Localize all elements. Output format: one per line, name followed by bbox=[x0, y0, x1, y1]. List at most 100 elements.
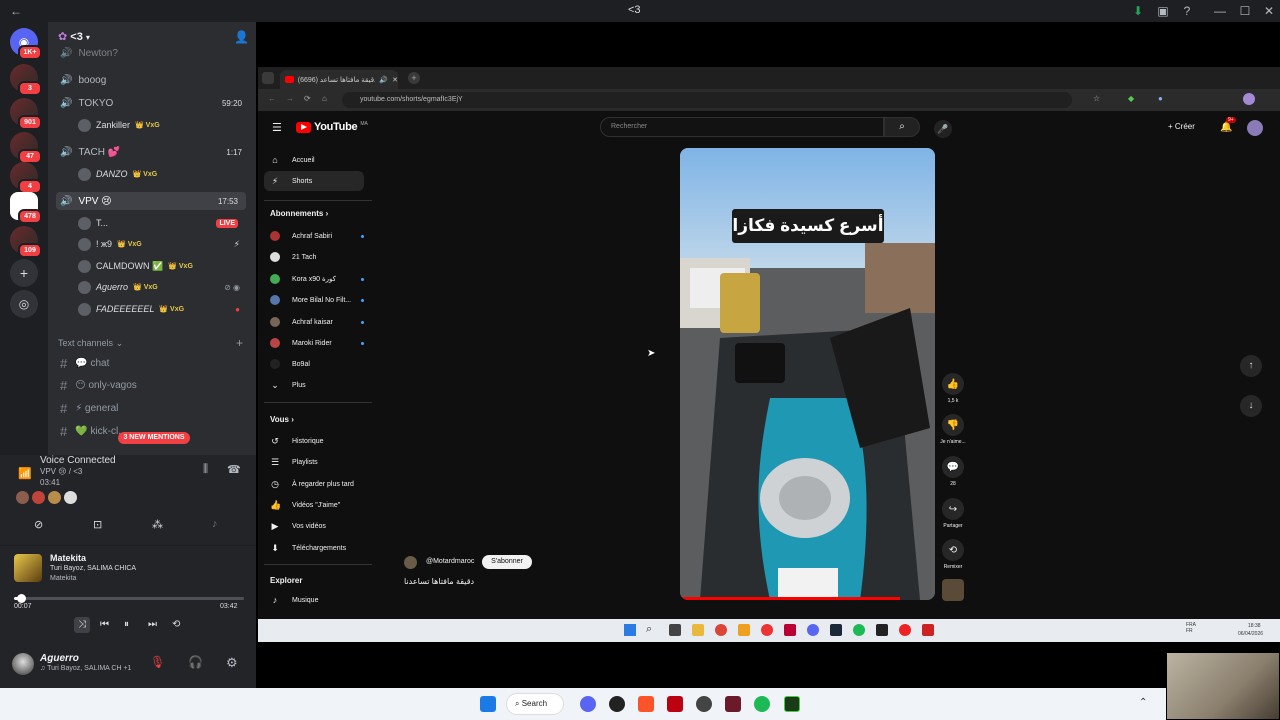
channel-avatar[interactable] bbox=[404, 556, 417, 569]
guide-item-shorts[interactable]: ⚡ Shorts bbox=[264, 171, 364, 191]
guide-item-playlists[interactable]: ☰ Playlists bbox=[270, 452, 370, 472]
down-arrow-icon[interactable]: ↓ bbox=[1240, 395, 1262, 417]
voice-user[interactable]: FADEEEEEEL 👑 VxG ● bbox=[78, 300, 248, 318]
server-icon-selected[interactable]: 478 bbox=[10, 192, 42, 224]
repeat-icon[interactable]: ⟲ bbox=[172, 619, 180, 630]
tab-close-icon[interactable]: ✕ bbox=[392, 76, 398, 84]
settings-gear-icon[interactable]: ⚙ bbox=[226, 655, 238, 671]
app-icon[interactable] bbox=[784, 696, 800, 712]
windows-start-icon[interactable] bbox=[480, 696, 496, 712]
reload-icon[interactable]: ⟳ bbox=[304, 94, 311, 103]
subscription-item[interactable]: Maroki Rider bbox=[270, 333, 370, 353]
spotify-icon[interactable] bbox=[853, 624, 865, 636]
close-icon[interactable]: ✕ bbox=[1261, 3, 1277, 19]
account-avatar[interactable] bbox=[1247, 120, 1263, 136]
chrome-icon[interactable] bbox=[715, 624, 727, 636]
video-progress[interactable] bbox=[680, 597, 900, 600]
discover-button[interactable]: ◎ bbox=[10, 290, 38, 318]
remix-button[interactable]: ⟲ Remixer bbox=[940, 539, 966, 570]
avatar[interactable] bbox=[48, 491, 61, 504]
server-header[interactable]: ✿ <3 ▾ bbox=[58, 30, 90, 43]
browser-tab[interactable]: دقيقة مافتاها تساعد (6696) 🔊 ✕ bbox=[280, 70, 398, 89]
tab-menu-icon[interactable] bbox=[262, 72, 274, 84]
voice-channel-path[interactable]: VPV 😢 / <3 bbox=[40, 467, 82, 476]
subscription-item[interactable]: More Bilal No Filt... bbox=[270, 290, 370, 310]
app-icon[interactable] bbox=[899, 624, 911, 636]
app-icon[interactable] bbox=[876, 624, 888, 636]
avatar[interactable] bbox=[16, 491, 29, 504]
app-icon[interactable] bbox=[922, 624, 934, 636]
pause-icon[interactable]: ⏸ bbox=[124, 619, 129, 630]
extension-icon[interactable]: ◆ bbox=[1128, 94, 1134, 103]
task-view-icon[interactable] bbox=[669, 624, 681, 636]
home-button[interactable]: ◉ 1K+ bbox=[10, 28, 42, 60]
noise-suppression-icon[interactable]: ⫼ bbox=[203, 463, 208, 476]
guide-item-history[interactable]: ↺ Historique bbox=[270, 431, 370, 451]
new-tab-icon[interactable]: + bbox=[408, 72, 420, 84]
profile-avatar[interactable] bbox=[1243, 93, 1255, 105]
track-artists[interactable]: Turi Bayoz, SALIMA CHICA bbox=[50, 565, 136, 572]
help-icon[interactable]: ? bbox=[1179, 3, 1195, 19]
update-icon[interactable]: ⬇ bbox=[1130, 3, 1146, 19]
avatar[interactable] bbox=[32, 491, 45, 504]
voice-user[interactable]: Zankiller 👑 VxG bbox=[78, 116, 160, 134]
tray-chevron-icon[interactable]: ⌃ bbox=[1139, 697, 1147, 708]
voice-user[interactable]: T... LIVE bbox=[78, 214, 248, 232]
app-icon[interactable] bbox=[667, 696, 683, 712]
voice-channel[interactable]: 🔊 booog bbox=[60, 71, 250, 89]
star-icon[interactable]: ☆ bbox=[1093, 94, 1100, 103]
you-header[interactable]: Vous › bbox=[270, 415, 294, 424]
bell-icon[interactable]: 🔔 bbox=[1220, 122, 1232, 133]
like-button[interactable]: 👍 1,5 k bbox=[940, 373, 966, 404]
guide-item-liked[interactable]: 👍 Vidéos "J'aime" bbox=[270, 495, 370, 515]
subscribe-button[interactable]: S'abonner bbox=[482, 555, 532, 569]
server-icon[interactable]: 4 bbox=[10, 162, 42, 194]
forward-icon[interactable]: → bbox=[286, 94, 294, 103]
input-language[interactable]: FRA FR bbox=[1186, 622, 1200, 634]
disconnect-icon[interactable]: ☎ bbox=[227, 463, 241, 476]
youtube-logo[interactable]: YouTube MA bbox=[296, 121, 368, 133]
extension-icon[interactable]: ● bbox=[1158, 94, 1163, 103]
guide-item-watch-later[interactable]: ◷ À regarder plus tard bbox=[270, 474, 370, 494]
server-folder[interactable]: 109 bbox=[10, 226, 42, 258]
search-input[interactable]: Rechercher bbox=[600, 117, 884, 137]
file-explorer-icon[interactable] bbox=[692, 624, 704, 636]
steam-icon[interactable] bbox=[830, 624, 842, 636]
taskbar-search[interactable]: ⌕ Search bbox=[506, 693, 564, 715]
app-icon[interactable] bbox=[696, 696, 712, 712]
search-button[interactable]: ⌕ bbox=[884, 117, 920, 137]
voice-status[interactable]: Voice Connected bbox=[40, 455, 116, 466]
back-arrow-icon[interactable]: ← bbox=[8, 3, 24, 19]
voice-user[interactable]: DANZO 👑 VxG bbox=[78, 165, 157, 183]
voice-channel-active[interactable]: 🔊 VPV 😢 17:53 bbox=[56, 192, 246, 210]
subscription-item[interactable]: 21 Tach bbox=[270, 247, 370, 267]
track-title[interactable]: Matekita bbox=[50, 553, 86, 563]
guide-more[interactable]: ⌄ Plus bbox=[270, 375, 370, 395]
spotify-icon[interactable] bbox=[754, 696, 770, 712]
add-server-button[interactable]: + bbox=[10, 259, 38, 287]
guide-item-your-videos[interactable]: ▶ Vos vidéos bbox=[270, 516, 370, 536]
voice-channel[interactable]: 🔊 TACH 💕 1:17 bbox=[60, 143, 250, 161]
screen-share-icon[interactable]: ⊡ bbox=[93, 518, 102, 531]
guide-item-downloads[interactable]: ⬇ Téléchargements bbox=[270, 538, 370, 558]
app-icon[interactable] bbox=[725, 696, 741, 712]
subscription-item[interactable]: Achraf Sabiri bbox=[270, 226, 370, 246]
mic-muted-icon[interactable]: 🎙 bbox=[150, 655, 165, 669]
inbox-icon[interactable]: ▣ bbox=[1155, 3, 1171, 19]
voice-channel[interactable]: 🔊 Newton? bbox=[60, 44, 250, 62]
subscription-item[interactable]: Kora x90 كورة bbox=[270, 269, 370, 289]
user-name[interactable]: Aguerro bbox=[40, 653, 79, 664]
server-icon[interactable]: 3 bbox=[10, 64, 42, 96]
brave-icon[interactable] bbox=[638, 696, 654, 712]
hamburger-menu-icon[interactable]: ☰ bbox=[272, 121, 282, 134]
server-icon[interactable]: 901 bbox=[10, 98, 42, 130]
voice-user[interactable]: Aguerro 👑 VxG ⊘ ◉ bbox=[78, 278, 248, 296]
subscriptions-header[interactable]: Abonnements › bbox=[270, 209, 328, 218]
subscription-item[interactable]: Bo9al bbox=[270, 354, 370, 374]
progress-handle[interactable] bbox=[17, 594, 27, 603]
user-avatar[interactable] bbox=[12, 653, 34, 675]
category-header[interactable]: Text channels ⌄ bbox=[58, 338, 123, 349]
app-icon[interactable] bbox=[738, 624, 750, 636]
back-icon[interactable]: ← bbox=[268, 94, 276, 103]
server-icon[interactable]: 47 bbox=[10, 132, 42, 164]
